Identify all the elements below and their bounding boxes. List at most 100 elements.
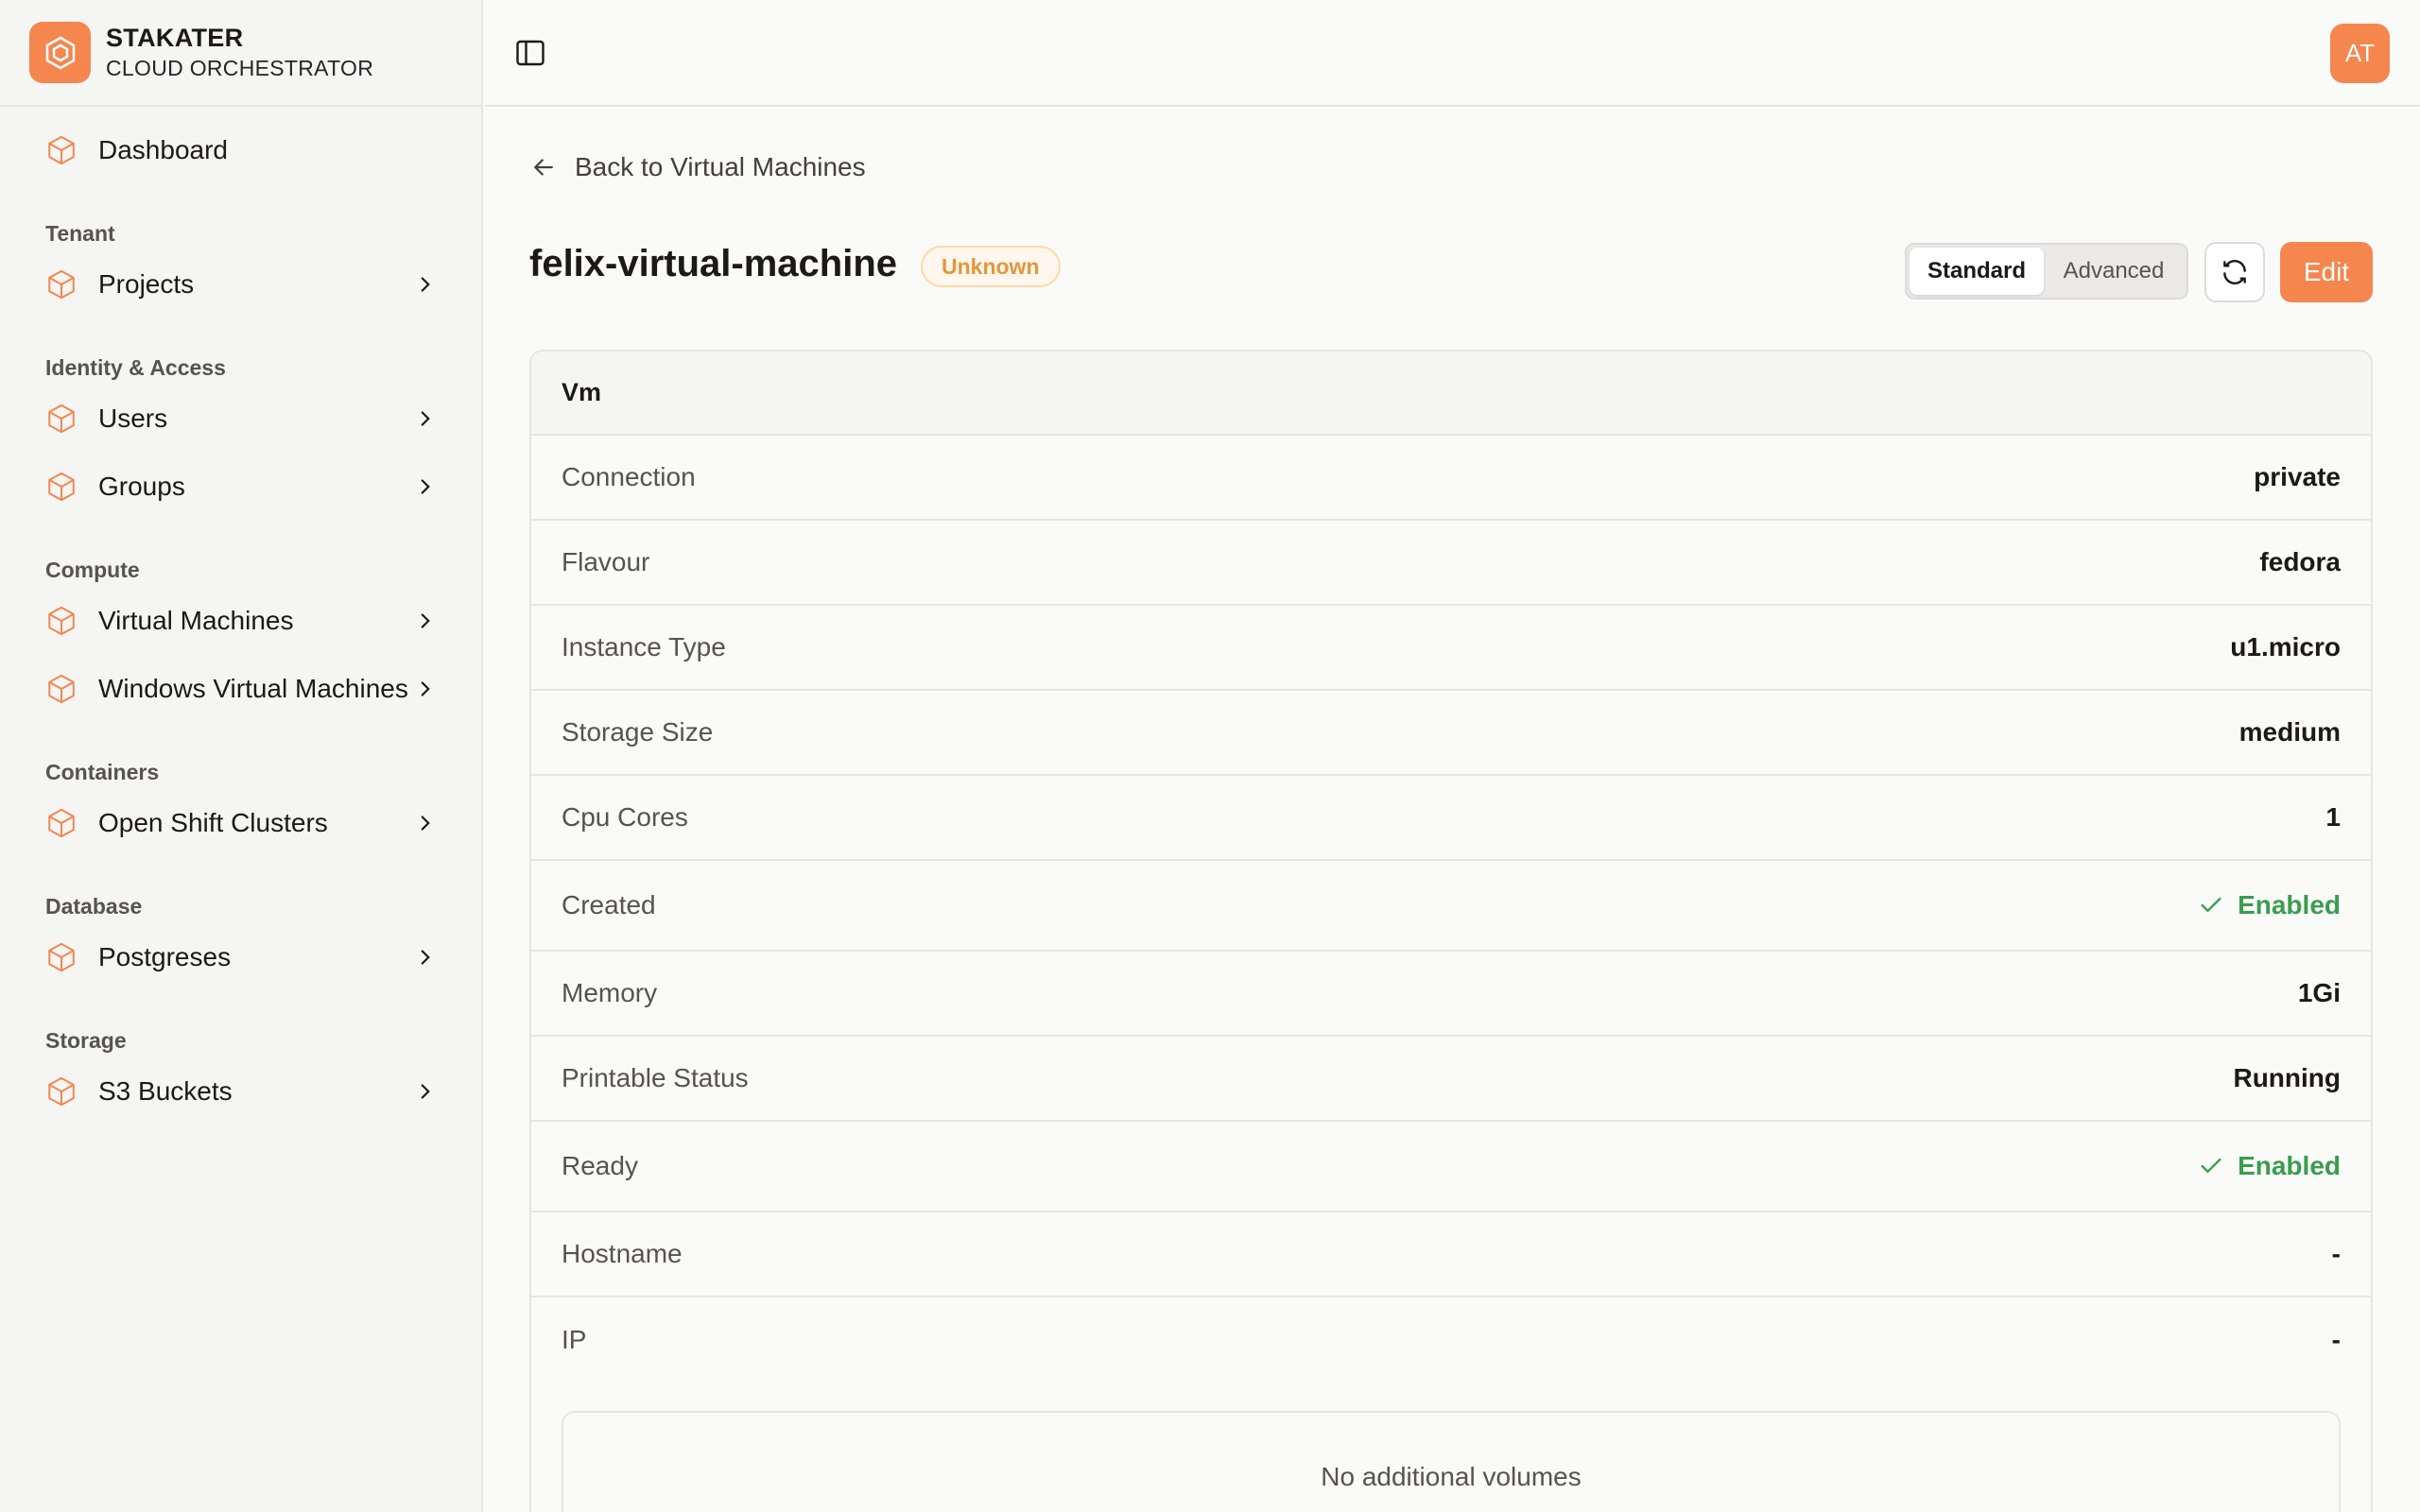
detail-key: Instance Type	[562, 632, 726, 662]
sidebar-toggle-icon[interactable]	[513, 36, 547, 70]
chevron-right-icon	[421, 1084, 430, 1099]
chevron-right-icon	[421, 479, 430, 494]
section-database: Database	[45, 894, 143, 919]
detail-row-ip: IP -	[531, 1297, 2371, 1383]
brand[interactable]: STAKATER CLOUD ORCHESTRATOR	[0, 0, 481, 107]
chevron-right-icon	[421, 681, 430, 696]
cube-icon	[48, 404, 75, 434]
detail-value: 1	[2325, 802, 2341, 832]
sidebar-item-s3-buckets[interactable]: S3 Buckets	[23, 1057, 458, 1125]
cube-icon	[48, 269, 75, 300]
detail-key: Flavour	[562, 547, 650, 576]
detail-key: Cpu Cores	[562, 802, 688, 832]
detail-key: Memory	[562, 978, 658, 1007]
check-icon	[2201, 1158, 2221, 1173]
edit-button[interactable]: Edit	[2280, 242, 2373, 302]
chevron-right-icon	[421, 613, 430, 628]
check-icon	[2201, 897, 2221, 912]
chevron-right-icon	[421, 950, 430, 965]
sidebar-item-dashboard[interactable]: Dashboard	[23, 116, 458, 184]
card-title: Vm	[531, 352, 2371, 436]
cube-icon	[48, 674, 75, 704]
sidebar-item-label: S3 Buckets	[98, 1076, 233, 1106]
chevron-right-icon	[421, 816, 430, 831]
sidebar-item-label: Virtual Machines	[98, 606, 294, 635]
page-title: felix-virtual-machine	[529, 243, 898, 284]
section-compute: Compute	[45, 558, 140, 582]
sidebar-item-label: Dashboard	[98, 135, 228, 164]
detail-key: IP	[562, 1325, 587, 1354]
sidebar-item-postgreses[interactable]: Postgreses	[23, 923, 458, 991]
section-tenant: Tenant	[45, 221, 115, 246]
section-storage: Storage	[45, 1028, 127, 1053]
detail-key: Ready	[562, 1151, 638, 1180]
sidebar-item-windows-virtual-machines[interactable]: Windows Virtual Machines	[23, 655, 458, 723]
detail-row-ready: Ready Enabled	[531, 1122, 2371, 1212]
sidebar-item-label: Groups	[98, 472, 185, 501]
brand-subtitle: CLOUD ORCHESTRATOR	[106, 56, 374, 80]
volumes-empty-state: No additional volumes	[562, 1411, 2341, 1512]
status-badge: Unknown	[921, 246, 1061, 287]
detail-key: Printable Status	[562, 1063, 749, 1092]
sidebar-item-projects[interactable]: Projects	[23, 250, 458, 318]
detail-key: Created	[562, 890, 656, 919]
detail-row-instance-type: Instance Type u1.micro	[531, 606, 2371, 691]
cube-icon	[48, 808, 75, 838]
detail-value-enabled: Enabled	[2198, 1151, 2341, 1181]
cube-icon	[48, 135, 75, 165]
detail-value: fedora	[2259, 547, 2341, 576]
arrow-left-icon	[534, 159, 553, 176]
detail-row-created: Created Enabled	[531, 861, 2371, 952]
sidebar-item-label: Users	[98, 404, 168, 433]
detail-value: 1Gi	[2297, 978, 2341, 1007]
detail-key: Connection	[562, 462, 696, 491]
cube-icon	[48, 606, 75, 636]
cube-icon	[48, 942, 75, 972]
detail-value: u1.micro	[2230, 632, 2341, 662]
back-link-label: Back to Virtual Machines	[575, 152, 866, 181]
cube-icon	[48, 472, 75, 502]
top-bar: AT	[485, 0, 2420, 107]
view-toggle: Standard Advanced	[1905, 243, 2188, 300]
refresh-button[interactable]	[2204, 242, 2265, 302]
sidebar-item-users[interactable]: Users	[23, 385, 458, 453]
detail-key: Storage Size	[562, 717, 714, 747]
detail-key: Hostname	[562, 1239, 683, 1268]
detail-value-enabled: Enabled	[2198, 890, 2341, 920]
refresh-icon	[2223, 260, 2246, 284]
section-containers: Containers	[45, 760, 160, 784]
sidebar: STAKATER CLOUD ORCHESTRATOR Dashboard Te…	[0, 0, 483, 1512]
brand-logo-icon	[29, 22, 91, 83]
enabled-label: Enabled	[2238, 1151, 2341, 1180]
sidebar-item-label: Postgreses	[98, 942, 232, 971]
detail-row-memory: Memory 1Gi	[531, 952, 2371, 1037]
back-link[interactable]: Back to Virtual Machines	[529, 152, 866, 182]
sidebar-item-groups[interactable]: Groups	[23, 453, 458, 521]
sidebar-nav: Dashboard Tenant Projects Identity & Acc…	[0, 107, 481, 1125]
sidebar-item-open-shift-clusters[interactable]: Open Shift Clusters	[23, 789, 458, 857]
sidebar-item-label: Projects	[98, 269, 195, 299]
detail-row-storage-size: Storage Size medium	[531, 691, 2371, 776]
detail-value: private	[2254, 462, 2341, 491]
detail-value: -	[2331, 1239, 2341, 1268]
detail-value: Running	[2233, 1063, 2341, 1092]
avatar[interactable]: AT	[2330, 24, 2390, 83]
sidebar-item-label: Windows Virtual Machines	[98, 674, 408, 703]
detail-row-hostname: Hostname -	[531, 1212, 2371, 1297]
view-standard-button[interactable]: Standard	[1910, 248, 2044, 295]
vm-details-card: Vm Connection private Flavour fedora Ins…	[529, 350, 2373, 1512]
sidebar-item-label: Open Shift Clusters	[98, 808, 328, 837]
detail-value: -	[2331, 1325, 2341, 1354]
enabled-label: Enabled	[2238, 890, 2341, 919]
title-row: felix-virtual-machine Unknown Standard A…	[529, 230, 2373, 302]
detail-value: medium	[2238, 717, 2341, 747]
sidebar-item-virtual-machines[interactable]: Virtual Machines	[23, 587, 458, 655]
brand-name: STAKATER	[106, 24, 244, 53]
detail-row-printable-status: Printable Status Running	[531, 1037, 2371, 1122]
detail-row-flavour: Flavour fedora	[531, 521, 2371, 606]
chevron-right-icon	[421, 277, 430, 292]
section-identity: Identity & Access	[45, 355, 226, 380]
view-advanced-button[interactable]: Advanced	[2044, 248, 2184, 295]
detail-row-connection: Connection private	[531, 436, 2371, 521]
detail-row-cpu-cores: Cpu Cores 1	[531, 776, 2371, 861]
